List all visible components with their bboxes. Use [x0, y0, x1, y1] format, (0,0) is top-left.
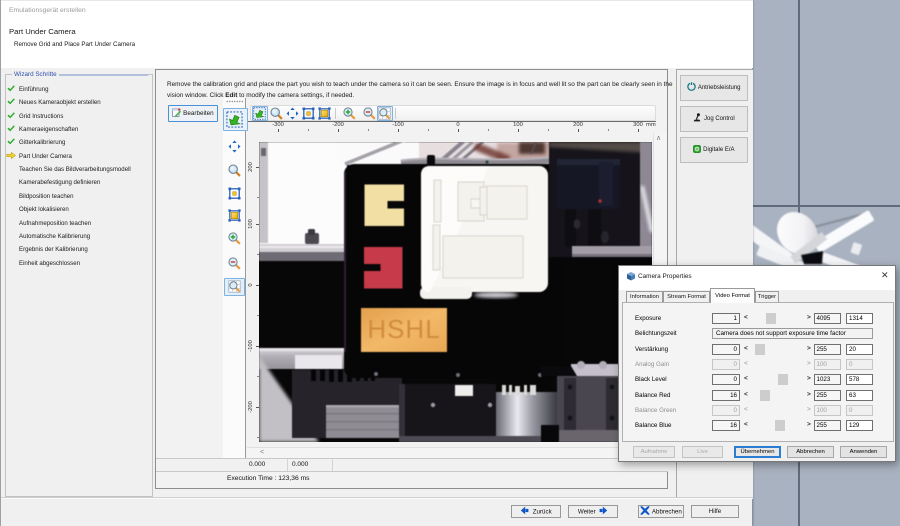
svg-text:HSHL: HSHL	[367, 314, 440, 344]
